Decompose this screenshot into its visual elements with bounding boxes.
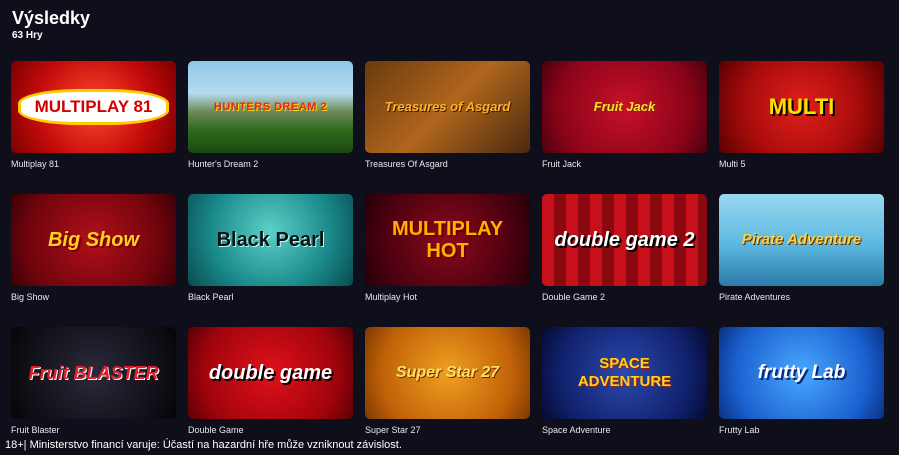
game-name[interactable]: Pirate Adventures [719,292,884,303]
game-tile[interactable]: Big Show Big Show [11,194,176,327]
game-name[interactable]: Treasures Of Asgard [365,159,530,170]
game-name[interactable]: Multi 5 [719,159,884,170]
game-tile[interactable]: MULTIPLAY HOT Multiplay Hot [365,194,530,327]
game-logo: Big Show [47,229,140,251]
results-header: Výsledky 63 Hry [12,8,90,41]
game-tile[interactable]: Fruit Jack Fruit Jack [542,61,707,194]
game-count: 63 Hry [12,30,43,41]
game-thumbnail[interactable]: Fruit Jack [542,61,707,153]
game-thumbnail[interactable]: Super Star 27 [365,327,530,419]
game-tile[interactable]: Black Pearl Black Pearl [188,194,353,327]
game-logo: double game [208,362,333,384]
game-logo: Fruit BLASTER [28,363,159,383]
game-name[interactable]: Hunter's Dream 2 [188,159,353,170]
game-thumbnail[interactable]: Big Show [11,194,176,286]
page-title: Výsledky [12,8,91,28]
game-thumbnail[interactable]: SPACE ADVENTURE [542,327,707,419]
game-name[interactable]: Big Show [11,292,176,303]
game-thumbnail[interactable]: frutty Lab [719,327,884,419]
game-logo: Super Star 27 [395,364,500,381]
game-thumbnail[interactable]: MULTIPLAY 81 [11,61,176,153]
game-logo: Fruit Jack [593,99,656,114]
game-tile[interactable]: HUNTERS DREAM 2 Hunter's Dream 2 [188,61,353,194]
game-tile[interactable]: double game 2 Double Game 2 [542,194,707,327]
game-tile[interactable]: MULTI Multi 5 [719,61,884,194]
game-logo: SPACE ADVENTURE [577,355,672,390]
game-thumbnail[interactable]: HUNTERS DREAM 2 [188,61,353,153]
game-thumbnail[interactable]: Fruit BLASTER [11,327,176,419]
game-name[interactable]: Multiplay Hot [365,292,530,303]
game-name[interactable]: Fruit Jack [542,159,707,170]
game-logo: Black Pearl [216,229,325,251]
game-name[interactable]: Multiplay 81 [11,159,176,170]
game-logo: double game 2 [554,229,695,251]
game-thumbnail[interactable]: MULTI [719,61,884,153]
game-name[interactable]: Double Game 2 [542,292,707,303]
game-logo: MULTIPLAY 81 [17,89,170,125]
game-tile[interactable]: Pirate Adventure Pirate Adventures [719,194,884,327]
game-tile[interactable]: Treasures of Asgard Treasures Of Asgard [365,61,530,194]
game-name[interactable]: Black Pearl [188,292,353,303]
game-grid: MULTIPLAY 81 Multiplay 81 HUNTERS DREAM 2… [11,61,884,455]
game-tile[interactable]: MULTIPLAY 81 Multiplay 81 [11,61,176,194]
game-logo: HUNTERS DREAM 2 [213,101,328,113]
gambling-disclaimer: 18+| Ministerstvo financí varuje: Účastí… [0,435,899,455]
game-logo: Treasures of Asgard [384,99,511,114]
game-logo: Pirate Adventure [741,231,862,248]
game-logo: MULTI [768,94,835,119]
game-logo: MULTIPLAY HOT [391,218,504,262]
game-thumbnail[interactable]: Pirate Adventure [719,194,884,286]
game-thumbnail[interactable]: double game [188,327,353,419]
game-thumbnail[interactable]: Treasures of Asgard [365,61,530,153]
game-thumbnail[interactable]: double game 2 [542,194,707,286]
game-logo: frutty Lab [757,362,846,383]
game-thumbnail[interactable]: Black Pearl [188,194,353,286]
game-thumbnail[interactable]: MULTIPLAY HOT [365,194,530,286]
